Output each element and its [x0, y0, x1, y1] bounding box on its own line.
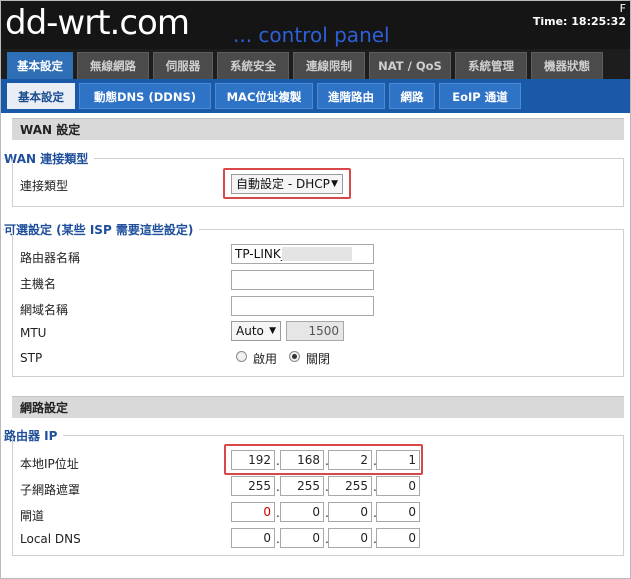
redacted-area [282, 247, 352, 261]
main-content: WAN 設定 WAN 連接類型 連接類型 自動設定 - DHCP ▼ 可選設定 … [1, 113, 630, 578]
corner-letter: F [619, 2, 626, 15]
subtab-ddns[interactable]: 動態DNS (DDNS) [79, 83, 211, 109]
domain-name-label: 網域名稱 [20, 303, 69, 317]
tab-wireless[interactable]: 無線網路 [77, 52, 149, 79]
ddwrt-logo: dd-wrt.com [5, 3, 190, 43]
tab-access-restrictions[interactable]: 連線限制 [293, 52, 365, 79]
gateway-octet-1[interactable]: 0 [231, 502, 275, 522]
dns-octet-2[interactable]: 0 [280, 528, 324, 548]
stp-label: STP [20, 351, 43, 365]
subtab-mac-clone[interactable]: MAC位址複製 [215, 83, 313, 109]
dropdown-arrow-icon: ▼ [269, 326, 276, 336]
subnet-mask-label: 子網路遮罩 [20, 483, 81, 497]
gateway-octet-3[interactable]: 0 [328, 502, 372, 522]
mtu-mode-select[interactable]: Auto ▼ [231, 321, 281, 341]
mtu-mode-value: Auto [236, 324, 264, 338]
stp-disable-radio[interactable] [289, 351, 300, 362]
domain-name-input[interactable] [231, 296, 374, 316]
stp-enable-label: 啟用 [253, 352, 278, 366]
dns-octet-3[interactable]: 0 [328, 528, 372, 548]
clock-text: Time: 18:25:32 [532, 15, 626, 28]
dns-octet-1[interactable]: 0 [231, 528, 275, 548]
tab-nat-qos[interactable]: NAT / QoS [369, 52, 451, 79]
subnet-octet-1[interactable]: 255 [231, 476, 275, 496]
conn-type-label: 連接類型 [20, 179, 69, 193]
tab-setup[interactable]: 基本設定 [7, 52, 73, 79]
tab-security[interactable]: 系統安全 [217, 52, 289, 79]
router-name-input[interactable]: TP-LINK_ [231, 244, 374, 264]
mtu-value-input[interactable]: 1500 [286, 321, 344, 341]
router-name-value: TP-LINK_ [235, 247, 287, 261]
subtab-networking[interactable]: 網路 [389, 83, 435, 109]
stp-enable-radio[interactable] [236, 351, 247, 362]
header-banner: dd-wrt.com ... control panel F Time: 18:… [1, 1, 630, 49]
subtab-basic-setup[interactable]: 基本設定 [7, 83, 75, 109]
hostname-input[interactable] [231, 270, 374, 290]
gateway-label: 閘道 [20, 509, 45, 523]
sub-nav: 基本設定 動態DNS (DDNS) MAC位址複製 進階路由 網路 EoIP 通… [1, 79, 630, 113]
wan-settings-title: WAN 設定 [12, 118, 624, 140]
control-panel-subtitle: ... control panel [233, 23, 390, 47]
gateway-octet-4[interactable]: 0 [376, 502, 420, 522]
local-dns-label: Local DNS [20, 532, 81, 546]
subnet-octet-2[interactable]: 255 [280, 476, 324, 496]
hostname-label: 主機名 [20, 277, 57, 291]
network-settings-title: 網路設定 [12, 396, 624, 418]
subnet-octet-4[interactable]: 0 [376, 476, 420, 496]
tab-administration[interactable]: 系統管理 [455, 52, 527, 79]
router-name-label: 路由器名稱 [20, 251, 81, 265]
main-nav: 基本設定 無線網路 伺服器 系統安全 連線限制 NAT / QoS 系統管理 機… [1, 49, 630, 79]
highlight-box [224, 444, 423, 475]
local-ip-label: 本地IP位址 [20, 457, 79, 471]
subnet-octet-3[interactable]: 255 [328, 476, 372, 496]
dns-octet-4[interactable]: 0 [376, 528, 420, 548]
tab-status[interactable]: 機器狀態 [531, 52, 603, 79]
mtu-label: MTU [20, 326, 47, 340]
subtab-eoip[interactable]: EoIP 通道 [439, 83, 521, 109]
highlight-box [223, 168, 351, 199]
stp-disable-label: 關閉 [306, 352, 331, 366]
tab-services[interactable]: 伺服器 [153, 52, 213, 79]
gateway-octet-2[interactable]: 0 [280, 502, 324, 522]
subtab-advanced-routing[interactable]: 進階路由 [317, 83, 385, 109]
